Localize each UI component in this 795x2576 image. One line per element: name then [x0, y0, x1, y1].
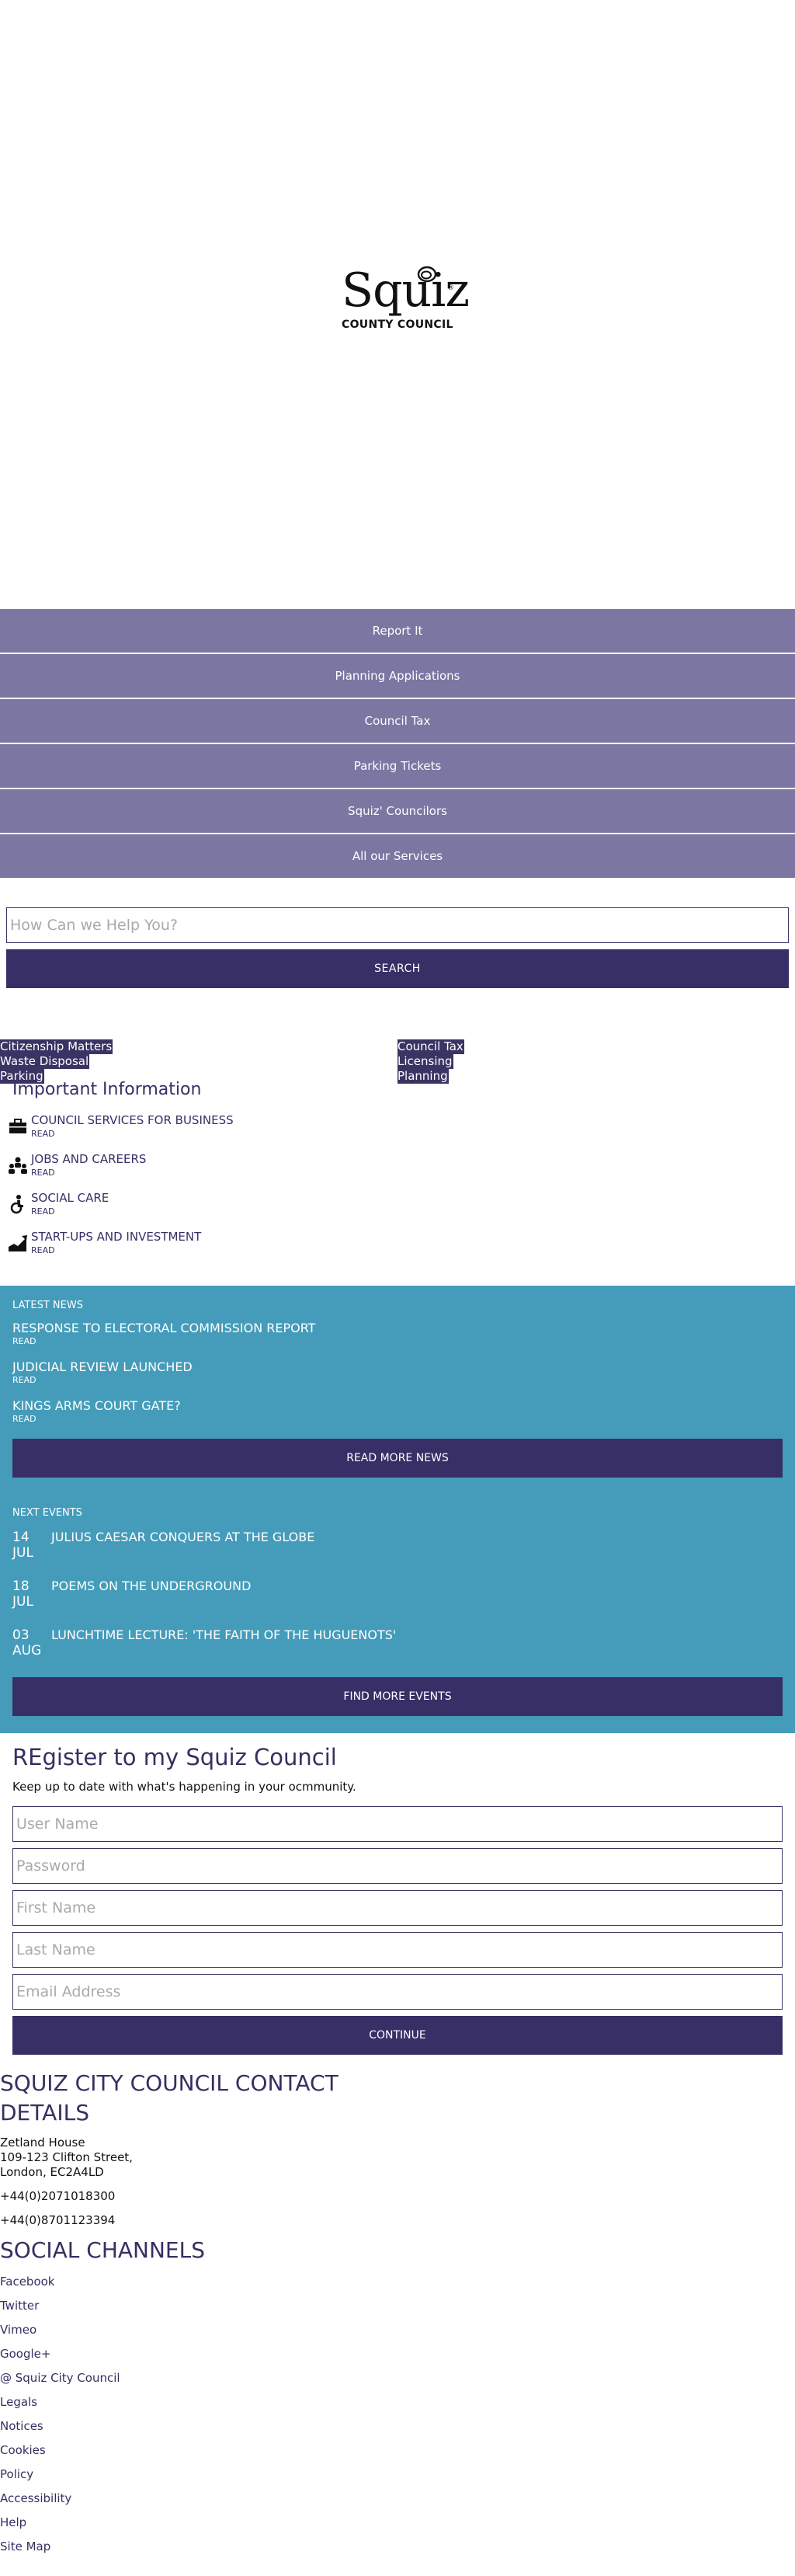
search-button[interactable]: SEARCH — [6, 949, 789, 988]
info-item-jobs[interactable]: JOBS AND CAREERS READ — [9, 1152, 783, 1191]
contact-title: SQUIZ CITY COUNCIL CONTACT DETAILS — [0, 2070, 338, 2125]
topic-link-parking[interactable]: Parking — [0, 1069, 44, 1084]
cookies-link[interactable]: Cookies — [0, 2443, 795, 2458]
squiz-logo[interactable]: Squiz ® COUNTY COUNCIL — [338, 264, 470, 334]
next-events-label: NEXT EVENTS — [12, 1507, 82, 1519]
read-more-news-button[interactable]: READ MORE NEWS — [12, 1439, 783, 1478]
register-form: REgister to my Squiz Council Keep up to … — [0, 1744, 795, 2055]
last-name-field[interactable] — [12, 1932, 783, 1968]
logo-registered-mark: ® — [447, 284, 454, 292]
info-read-link[interactable]: READ — [31, 1245, 783, 1256]
news-item[interactable]: KINGS ARMS COURT GATE? READ — [12, 1398, 783, 1437]
legals-link[interactable]: Legals — [0, 2395, 795, 2410]
phone-number[interactable]: +44(0)2071018300 — [0, 2189, 795, 2204]
continue-button[interactable]: CONTINUE — [12, 2016, 783, 2055]
info-read-link[interactable]: READ — [31, 1168, 783, 1178]
phone-number[interactable]: +44(0)8701123394 — [0, 2213, 795, 2228]
notices-link[interactable]: Notices — [0, 2419, 795, 2434]
news-title[interactable]: KINGS ARMS COURT GATE? — [12, 1398, 783, 1414]
quick-link-parking-tickets[interactable]: Parking Tickets — [0, 744, 795, 788]
info-title: COUNCIL SERVICES FOR BUSINESS — [31, 1113, 234, 1127]
news-item[interactable]: JUDICIAL REVIEW LAUNCHED READ — [12, 1359, 783, 1398]
event-title[interactable]: JULIUS CAESAR CONQUERS AT THE GLOBE — [51, 1530, 314, 1545]
news-read-link[interactable]: READ — [12, 1414, 783, 1424]
policy-link[interactable]: Policy — [0, 2467, 795, 2482]
briefcase-icon — [9, 1119, 26, 1133]
register-intro: Keep up to date with what's happening in… — [12, 1780, 356, 1794]
topic-links: Citizenship Matters Waste Disposal Parki… — [0, 1039, 795, 1086]
password-field[interactable] — [12, 1848, 783, 1884]
accessibility-link[interactable]: Accessibility — [0, 2491, 795, 2506]
search-input[interactable] — [6, 907, 789, 943]
topic-column-left: Citizenship Matters Waste Disposal Parki… — [0, 1039, 113, 1084]
event-month: AUG — [12, 1643, 42, 1659]
site-map-link[interactable]: Site Map — [0, 2539, 795, 2554]
topic-column-right: Council Tax Licensing Planning — [398, 1039, 464, 1084]
email-field[interactable] — [12, 1974, 783, 2010]
find-more-events-button[interactable]: FIND MORE EVENTS — [12, 1677, 783, 1716]
logo-subtitle: COUNTY COUNCIL — [342, 319, 453, 331]
event-title[interactable]: POEMS ON THE UNDERGROUND — [51, 1579, 251, 1594]
people-icon — [9, 1157, 27, 1174]
quick-link-councilors[interactable]: Squiz' Councilors — [0, 789, 795, 833]
topic-link-planning[interactable]: Planning — [398, 1069, 449, 1084]
quick-link-planning-applications[interactable]: Planning Applications — [0, 654, 795, 698]
event-title[interactable]: LUNCHTIME LECTURE: 'THE FAITH OF THE HUG… — [51, 1627, 396, 1643]
care-icon — [10, 1195, 23, 1214]
quick-links: Report It Planning Applications Council … — [0, 609, 795, 878]
chart-icon — [9, 1235, 27, 1251]
event-month: JUL — [12, 1545, 33, 1561]
address-line: London, EC2A4LD — [0, 2165, 104, 2179]
topic-link-licensing[interactable]: Licensing — [398, 1054, 453, 1069]
topic-link-council-tax[interactable]: Council Tax — [398, 1039, 464, 1054]
quick-link-council-tax[interactable]: Council Tax — [0, 699, 795, 743]
search-form: SEARCH — [0, 907, 795, 988]
event-item[interactable]: 03 AUG LUNCHTIME LECTURE: 'THE FAITH OF … — [12, 1626, 783, 1675]
twitter-link[interactable]: Twitter — [0, 2299, 795, 2313]
logo-swirl-icon — [417, 266, 437, 283]
info-title: START-UPS AND INVESTMENT — [31, 1230, 202, 1244]
event-day: 03 — [12, 1627, 30, 1643]
quick-link-report-it[interactable]: Report It — [0, 609, 795, 653]
vimeo-link[interactable]: Vimeo — [0, 2323, 795, 2338]
google-plus-link[interactable]: Google+ — [0, 2347, 795, 2362]
register-title: REgister to my Squiz Council — [12, 1744, 337, 1770]
info-title: JOBS AND CAREERS — [31, 1152, 147, 1166]
info-read-link[interactable]: READ — [31, 1129, 783, 1140]
important-information: Important Information COUNCIL SERVICES F… — [0, 1080, 795, 1269]
topic-link-citizenship[interactable]: Citizenship Matters — [0, 1039, 113, 1054]
topic-link-waste[interactable]: Waste Disposal — [0, 1054, 90, 1069]
squiz-city-council-link[interactable]: @ Squiz City Council — [0, 2371, 795, 2386]
event-day: 14 — [12, 1530, 30, 1545]
contact-details: SQUIZ CITY COUNCIL CONTACT DETAILS Zetla… — [0, 2069, 795, 2554]
username-field[interactable] — [12, 1806, 783, 1842]
news-item[interactable]: RESPONSE TO ELECTORAL COMMISSION REPORT … — [12, 1321, 783, 1359]
contact-address: Zetland House 109-123 Clifton Street, Lo… — [0, 2136, 795, 2180]
event-item[interactable]: 18 JUL POEMS ON THE UNDERGROUND — [12, 1577, 783, 1626]
social-channels: SOCIAL CHANNELS Facebook Twitter Vimeo G… — [0, 2236, 795, 2554]
social-title: SOCIAL CHANNELS — [0, 2237, 205, 2263]
news-read-link[interactable]: READ — [12, 1375, 783, 1385]
latest-news-label: LATEST NEWS — [12, 1300, 83, 1311]
event-day: 18 — [12, 1579, 30, 1594]
info-read-link[interactable]: READ — [31, 1206, 783, 1217]
event-month: JUL — [12, 1594, 33, 1610]
address-line: Zetland House — [0, 2136, 85, 2150]
event-item[interactable]: 14 JUL JULIUS CAESAR CONQUERS AT THE GLO… — [12, 1528, 783, 1577]
news-and-events: LATEST NEWS RESPONSE TO ELECTORAL COMMIS… — [0, 1286, 795, 1733]
news-title[interactable]: RESPONSE TO ELECTORAL COMMISSION REPORT — [12, 1321, 783, 1336]
facebook-link[interactable]: Facebook — [0, 2275, 795, 2289]
quick-link-all-services[interactable]: All our Services — [0, 834, 795, 878]
header-hero: Squiz ® COUNTY COUNCIL — [0, 0, 795, 609]
first-name-field[interactable] — [12, 1890, 783, 1926]
news-read-link[interactable]: READ — [12, 1336, 783, 1346]
info-item-social-care[interactable]: SOCIAL CARE READ — [10, 1191, 783, 1230]
info-title: SOCIAL CARE — [31, 1191, 109, 1205]
info-item-startups[interactable]: START-UPS AND INVESTMENT READ — [9, 1230, 783, 1269]
address-line: 109-123 Clifton Street, — [0, 2150, 133, 2164]
info-item-business[interactable]: COUNCIL SERVICES FOR BUSINESS READ — [9, 1113, 783, 1152]
news-title[interactable]: JUDICIAL REVIEW LAUNCHED — [12, 1359, 783, 1375]
help-link[interactable]: Help — [0, 2515, 795, 2530]
